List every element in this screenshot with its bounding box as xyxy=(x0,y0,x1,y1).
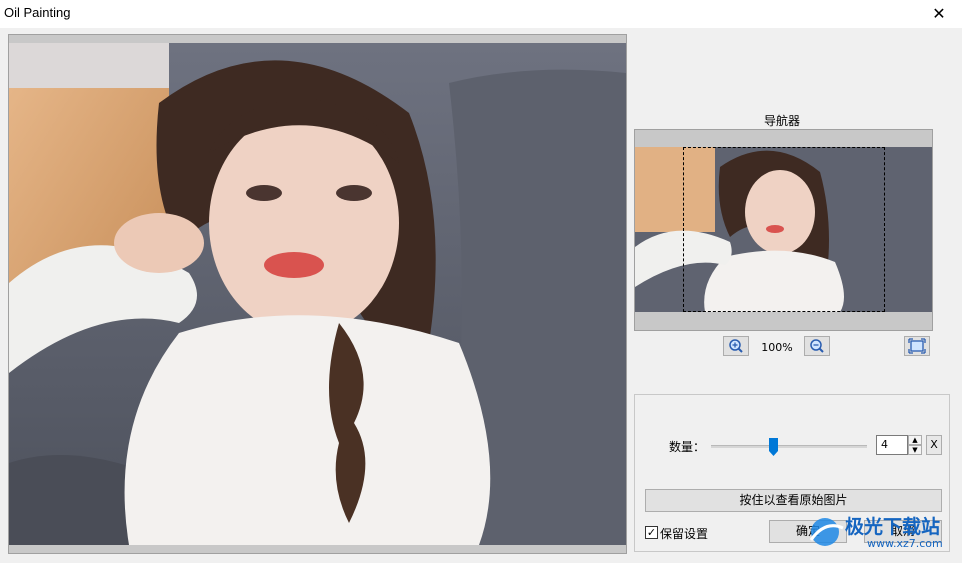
title-bar[interactable]: Oil Painting ✕ xyxy=(0,0,962,28)
keep-settings-label: 保留设置 xyxy=(660,527,709,541)
reset-amount-button[interactable]: X xyxy=(926,435,942,455)
watermark-line1: 极光下载站 xyxy=(845,516,941,538)
zoom-level: 100% xyxy=(761,341,793,354)
keep-settings-checkbox[interactable]: ✓ xyxy=(645,526,658,539)
watermark-logo: 极光下载站 www.xz7.com xyxy=(805,510,955,556)
close-icon[interactable]: ✕ xyxy=(916,0,962,28)
fit-to-window-button[interactable] xyxy=(904,336,930,356)
window-title: Oil Painting xyxy=(4,5,71,20)
zoom-in-button[interactable] xyxy=(723,336,749,356)
zoom-out-button[interactable] xyxy=(804,336,830,356)
zoom-out-icon xyxy=(810,339,824,353)
navigator-panel[interactable] xyxy=(634,129,933,331)
oil-painting-dialog: Oil Painting ✕ 导航器 100% 数量： 4 ▲ ▼ X 按住以查… xyxy=(0,0,962,563)
fit-to-window-icon xyxy=(908,338,926,354)
navigator-viewport-frame[interactable] xyxy=(683,147,885,312)
preview-canvas[interactable] xyxy=(8,34,627,554)
amount-slider-track[interactable] xyxy=(711,445,867,448)
spin-down-icon[interactable]: ▼ xyxy=(908,445,922,455)
navigator-title: 导航器 xyxy=(763,114,800,128)
preview-image xyxy=(9,43,626,545)
amount-input[interactable]: 4 xyxy=(876,435,908,455)
amount-label: 数量： xyxy=(669,440,706,454)
amount-slider-thumb[interactable] xyxy=(769,438,779,456)
zoom-in-icon xyxy=(729,339,743,353)
view-original-button[interactable]: 按住以查看原始图片 xyxy=(645,489,942,512)
watermark-line2: www.xz7.com xyxy=(867,537,943,550)
spin-up-icon[interactable]: ▲ xyxy=(908,435,922,445)
